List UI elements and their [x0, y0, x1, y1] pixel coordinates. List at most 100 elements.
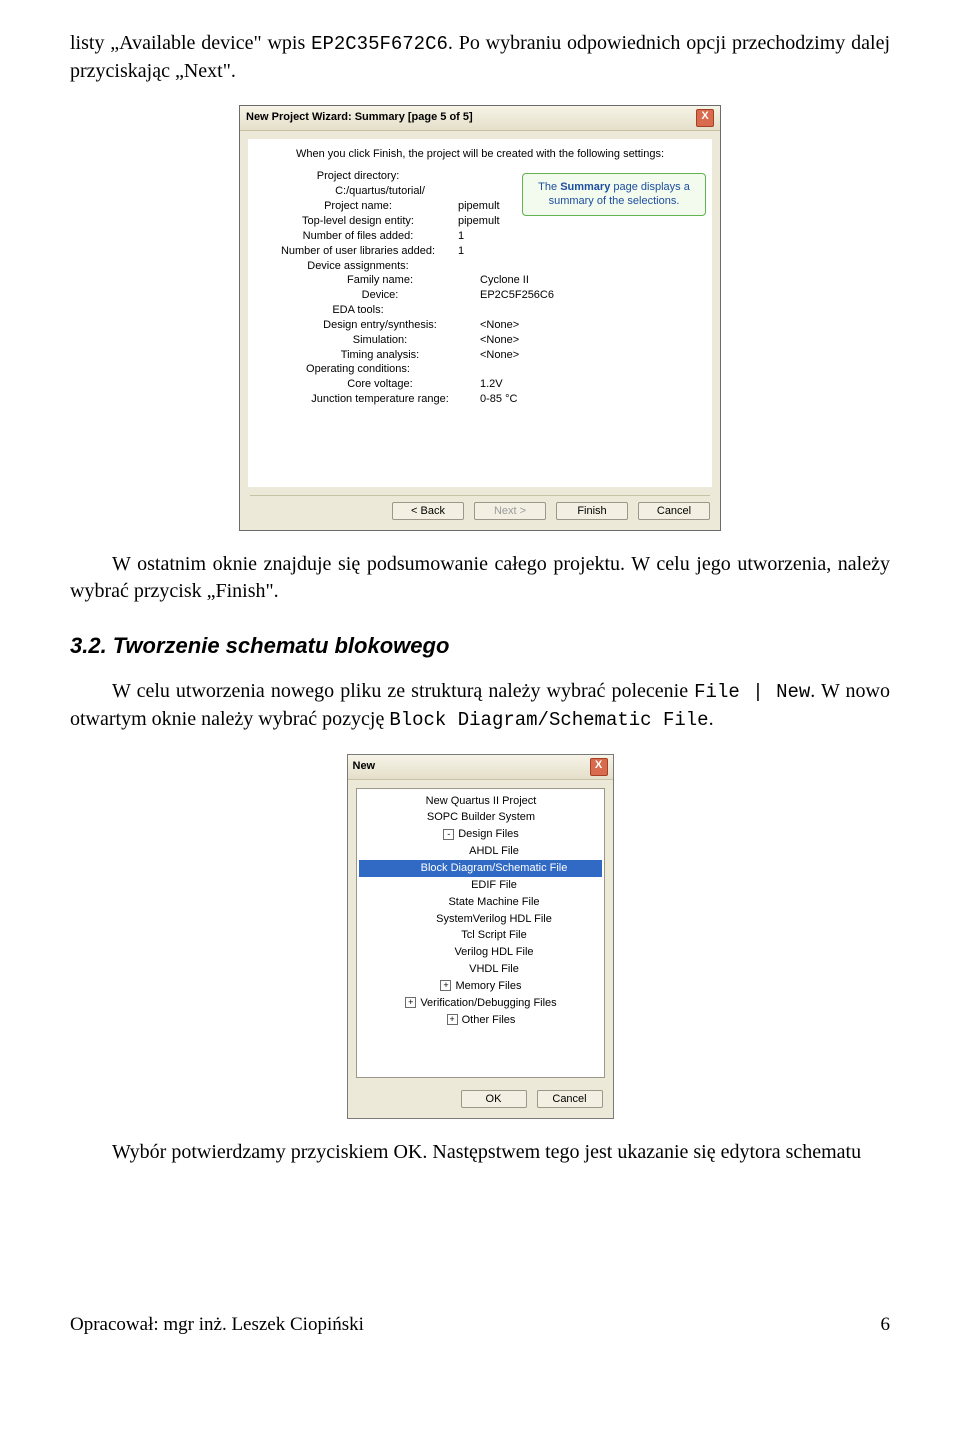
summary-key: Top-level design entity: — [258, 214, 458, 229]
paragraph-2: W ostatnim oknie znajduje się podsumowan… — [70, 551, 890, 605]
tree-item-label: Other Files — [462, 1014, 516, 1026]
summary-value: <None> — [480, 318, 519, 333]
cancel-button[interactable]: Cancel — [537, 1090, 603, 1108]
tree-item-label: New Quartus II Project — [426, 795, 537, 807]
ok-button[interactable]: OK — [461, 1090, 527, 1108]
para3-code-1: File | New — [694, 681, 810, 703]
expand-icon[interactable]: + — [440, 980, 451, 991]
tree-item[interactable]: AHDL File — [359, 843, 602, 860]
summary-row: Number of user libraries added:1 — [258, 244, 702, 259]
summary-key: Junction temperature range: — [280, 392, 480, 407]
tree-item[interactable]: EDIF File — [359, 877, 602, 894]
summary-key: Timing analysis: — [280, 348, 480, 363]
summary-value: Cyclone II — [480, 273, 529, 288]
close-icon[interactable]: X — [696, 109, 714, 127]
summary-key: C:/quartus/tutorial/ — [280, 184, 480, 199]
summary-key: Core voltage: — [280, 377, 480, 392]
expand-icon[interactable]: + — [447, 1014, 458, 1025]
tree-item[interactable]: + Other Files — [359, 1012, 602, 1029]
tree-item[interactable]: SOPC Builder System — [359, 809, 602, 826]
tree-item-label: Design Files — [458, 828, 519, 840]
wizard-title: New Project Wizard: Summary [page 5 of 5… — [246, 110, 473, 125]
wizard-callout: The Summary page displays a summary of t… — [522, 173, 706, 217]
wizard-intro: When you click Finish, the project will … — [258, 147, 702, 162]
summary-row: EDA tools: — [258, 303, 702, 318]
summary-value: pipemult — [458, 214, 500, 229]
para3-text-c: . — [709, 708, 714, 730]
paragraph-3: W celu utworzenia nowego pliku ze strukt… — [70, 678, 890, 733]
paragraph-4: Wybór potwierdzamy przyciskiem OK. Nastę… — [70, 1139, 890, 1166]
back-button[interactable]: < Back — [392, 502, 464, 520]
wizard-body: When you click Finish, the project will … — [248, 139, 712, 487]
tree-item-label: Tcl Script File — [461, 929, 526, 941]
summary-key: Number of user libraries added: — [258, 244, 458, 259]
tree-item[interactable]: New Quartus II Project — [359, 793, 602, 810]
tree-item[interactable]: Tcl Script File — [359, 927, 602, 944]
summary-key: Design entry/synthesis: — [280, 318, 480, 333]
summary-value: EP2C5F256C6 — [480, 288, 554, 303]
summary-value: <None> — [480, 348, 519, 363]
finish-button[interactable]: Finish — [556, 502, 628, 520]
summary-key: Number of files added: — [258, 229, 458, 244]
tree-item[interactable]: VHDL File — [359, 961, 602, 978]
summary-key: Simulation: — [280, 333, 480, 348]
tree-item-label: Memory Files — [455, 980, 521, 992]
tree-item-label: SOPC Builder System — [427, 811, 535, 823]
tree-item[interactable]: State Machine File — [359, 894, 602, 911]
tree-item[interactable]: -Design Files — [359, 826, 602, 843]
summary-row: Operating conditions: — [258, 362, 702, 377]
tree-item-selected[interactable]: Block Diagram/Schematic File — [359, 860, 602, 877]
para3-code-2: Block Diagram/Schematic File — [389, 709, 708, 731]
summary-row: Family name:Cyclone II — [258, 273, 702, 288]
summary-row: Timing analysis:<None> — [258, 348, 702, 363]
summary-row: Number of files added:1 — [258, 229, 702, 244]
collapse-icon[interactable]: - — [443, 829, 454, 840]
page-footer: Opracował: mgr inż. Leszek Ciopiński 6 — [70, 1312, 890, 1338]
summary-value: 1 — [458, 229, 464, 244]
cancel-button[interactable]: Cancel — [638, 502, 710, 520]
tree-item-label: State Machine File — [448, 896, 539, 908]
tree-item-label: SystemVerilog HDL File — [436, 913, 552, 925]
summary-key: Project directory: — [258, 169, 458, 184]
para1-text-a: listy „Available device" wpis — [70, 32, 311, 54]
dialog-title: New — [353, 759, 376, 774]
close-icon[interactable]: X — [590, 758, 608, 776]
tree-item[interactable]: SystemVerilog HDL File — [359, 911, 602, 928]
summary-key: EDA tools: — [258, 303, 458, 318]
summary-value: <None> — [480, 333, 519, 348]
tree-item-label: Block Diagram/Schematic File — [421, 862, 568, 874]
summary-key: Operating conditions: — [258, 362, 458, 377]
expand-icon[interactable]: + — [405, 997, 416, 1008]
para1-code: EP2C35F672C6 — [311, 33, 448, 55]
dialog-tree[interactable]: New Quartus II Project SOPC Builder Syste… — [356, 788, 605, 1078]
summary-value: pipemult — [458, 199, 500, 214]
footer-page-number: 6 — [881, 1312, 891, 1338]
summary-row: Design entry/synthesis:<None> — [258, 318, 702, 333]
tree-item[interactable]: + Verification/Debugging Files — [359, 995, 602, 1012]
footer-author: Opracował: mgr inż. Leszek Ciopiński — [70, 1312, 364, 1338]
summary-row: Device:EP2C5F256C6 — [258, 288, 702, 303]
tree-item-label: Verification/Debugging Files — [420, 997, 556, 1009]
tree-item[interactable]: + Memory Files — [359, 978, 602, 995]
tree-item-label: Verilog HDL File — [454, 946, 533, 958]
summary-value: 1.2V — [480, 377, 503, 392]
summary-row: Simulation:<None> — [258, 333, 702, 348]
tree-item[interactable]: Verilog HDL File — [359, 944, 602, 961]
summary-row: Device assignments: — [258, 259, 702, 274]
section-title: 3.2. Tworzenie schematu blokowego — [70, 631, 890, 661]
tree-item-label: EDIF File — [471, 879, 517, 891]
tree-item-label: VHDL File — [469, 963, 519, 975]
summary-value: 0-85 °C — [480, 392, 517, 407]
wizard-titlebar: New Project Wizard: Summary [page 5 of 5… — [240, 106, 720, 131]
summary-key: Device: — [280, 288, 480, 303]
dialog-titlebar: New X — [348, 755, 613, 780]
para3-text-a: W celu utworzenia nowego pliku ze strukt… — [112, 680, 694, 702]
summary-key: Device assignments: — [258, 259, 458, 274]
dialog-buttons: OK Cancel — [348, 1086, 613, 1118]
summary-value: 1 — [458, 244, 464, 259]
wizard-window: New Project Wizard: Summary [page 5 of 5… — [239, 105, 721, 531]
next-button: Next > — [474, 502, 546, 520]
tree-item-label: AHDL File — [469, 845, 519, 857]
summary-row: Junction temperature range:0-85 °C — [258, 392, 702, 407]
new-file-dialog: New X New Quartus II Project SOPC Builder… — [347, 754, 614, 1119]
